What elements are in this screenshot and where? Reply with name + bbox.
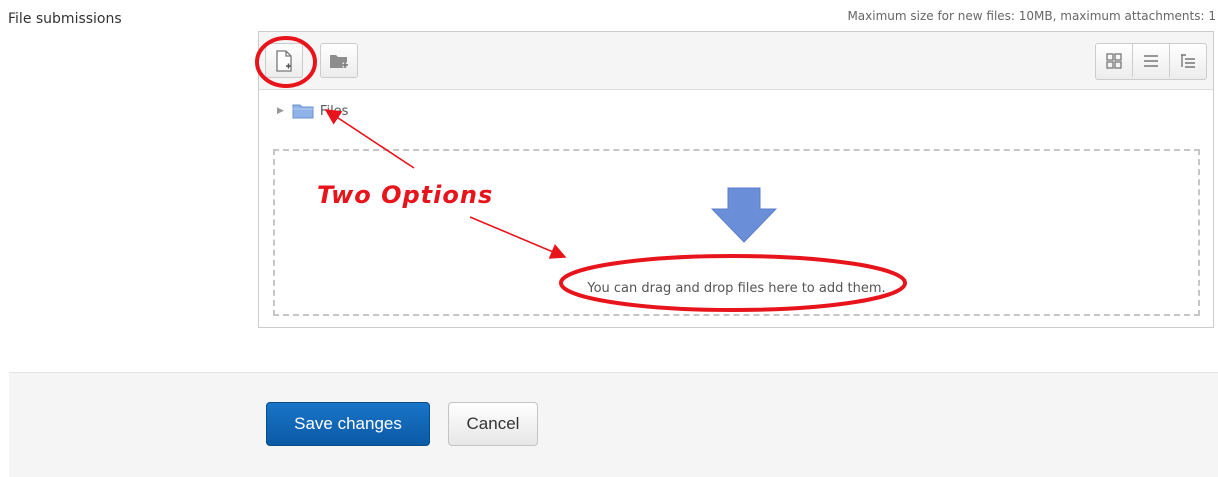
cancel-button[interactable]: Cancel xyxy=(448,402,538,446)
file-picker-toolbar xyxy=(259,32,1213,90)
view-tree-button[interactable] xyxy=(1170,44,1206,77)
create-folder-icon xyxy=(330,54,348,68)
drag-drop-zone[interactable]: You can drag and drop files here to add … xyxy=(273,149,1200,316)
grid-view-icon xyxy=(1106,52,1122,69)
form-footer: Save changes Cancel xyxy=(9,372,1218,477)
annotation-label: Two Options xyxy=(317,181,494,209)
create-folder-button[interactable] xyxy=(320,43,358,78)
files-folder-label[interactable]: Files xyxy=(320,104,349,119)
drag-drop-message: You can drag and drop files here to add … xyxy=(587,281,886,296)
save-changes-button[interactable]: Save changes xyxy=(266,402,430,446)
list-view-icon xyxy=(1144,54,1158,67)
add-file-button[interactable] xyxy=(265,43,303,78)
file-limits-text: Maximum size for new files: 10MB, maximu… xyxy=(847,9,1216,23)
field-label: File submissions xyxy=(8,11,122,27)
view-list-button[interactable] xyxy=(1133,44,1170,77)
file-picker: ▶ Files You can drag and drop files here… xyxy=(258,31,1214,328)
folder-icon[interactable] xyxy=(292,103,314,119)
view-icons-button[interactable] xyxy=(1096,44,1133,77)
add-file-icon xyxy=(276,49,292,72)
expand-triangle-icon[interactable]: ▶ xyxy=(277,106,284,116)
view-switcher xyxy=(1095,43,1207,80)
file-path-bar: ▶ Files xyxy=(259,89,1213,133)
tree-view-icon xyxy=(1181,53,1195,68)
drop-arrow-icon xyxy=(711,187,777,243)
